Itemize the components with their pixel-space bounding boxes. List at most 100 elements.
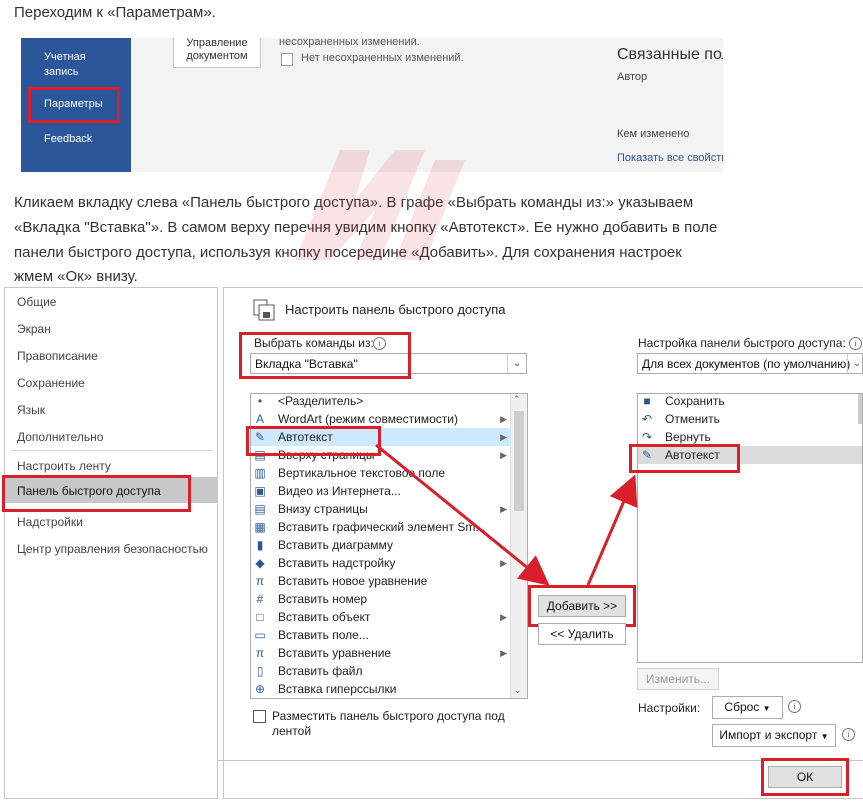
manage-document-button[interactable]: Управление документом (173, 38, 261, 68)
object-icon: □ (256, 610, 264, 624)
chevron-down-icon: ⌄ (847, 354, 863, 373)
submenu-arrow-icon: ▶ (500, 612, 507, 622)
modify-button[interactable]: Изменить... (637, 668, 719, 690)
chevron-down-icon: ⌄ (507, 354, 526, 373)
command-item[interactable]: ▮ Вставить диаграмму (251, 536, 511, 554)
command-label: Вставить объект (278, 610, 371, 624)
modified-by-label: Кем изменено (617, 128, 690, 140)
textbox-icon: ▥ (254, 466, 266, 480)
nav-language[interactable]: Язык (17, 403, 45, 417)
qat-heading: Настроить панель быстрого доступа (285, 302, 506, 317)
nav-display[interactable]: Экран (17, 322, 51, 336)
command-item[interactable]: π Вставить новое уравнение (251, 572, 511, 590)
instruction-line-4: жмем «Ок» внизу. (14, 268, 138, 285)
import-export-dropdown[interactable]: Импорт и экспорт ▼ (712, 724, 836, 747)
nav-feedback[interactable]: Feedback (44, 132, 92, 147)
qat-for-value: Для всех документов (по умолчанию) (642, 357, 851, 371)
word-options-dialog: Общие Экран Правописание Сохранение Язык… (0, 287, 863, 803)
submenu-arrow-icon: ▶ (500, 414, 507, 424)
command-item[interactable]: # Вставить номер (251, 590, 511, 608)
command-item[interactable]: ▣ Видео из Интернета... (251, 482, 511, 500)
command-item[interactable]: ▥ Вертикальное текстовое поле (251, 464, 511, 482)
command-item[interactable]: ▭ Вставить поле... (251, 626, 511, 644)
pi-icon: π (255, 646, 265, 660)
command-label: Вставить поле... (278, 628, 369, 642)
qat-item-label: Сохранить (665, 394, 725, 408)
qat-item[interactable]: ↶ Отменить (638, 410, 862, 428)
qat-below-ribbon-label: Разместить панель быстрого доступа под л… (272, 709, 505, 738)
nav-trust-center[interactable]: Центр управления безопасностью (17, 542, 208, 556)
info-icon: i (849, 337, 862, 350)
command-label: Вставить графический элемент Sm... (278, 520, 486, 534)
reset-dropdown[interactable]: Сброс ▼ (712, 696, 783, 719)
save-icon: ■ (643, 394, 651, 408)
command-label: Вставить номер (278, 592, 368, 606)
commands-scrollbar[interactable]: ⌃ ⌄ (510, 394, 527, 698)
command-item[interactable]: ▯ Вставить файл (251, 662, 511, 680)
nav-general[interactable]: Общие (17, 295, 56, 309)
settings-label: Настройки: (638, 701, 701, 715)
command-label: Внизу страницы (278, 502, 368, 516)
command-item[interactable]: • <Разделитель> (251, 394, 511, 410)
qat-nav-highlight (2, 475, 191, 512)
remove-button[interactable]: << Удалить (538, 623, 626, 645)
wordart-icon: A (255, 412, 264, 426)
import-export-label: Импорт и экспорт (719, 728, 818, 742)
unsaved-text-2: Нет несохраненных изменений. (301, 52, 464, 64)
add-button-highlight (528, 585, 636, 627)
ok-button-highlight (761, 758, 849, 796)
command-item[interactable]: ◆ Вставить надстройку ▶ (251, 554, 511, 572)
info-icon: i (842, 728, 855, 741)
smartart-icon: ▦ (254, 520, 266, 534)
qat-commands-list[interactable]: ■ Сохранить ↶ Отменить ↷ Вернуть ✎ Автотекст (637, 393, 863, 663)
info-icon: i (788, 700, 801, 713)
show-all-properties-link[interactable]: Показать все свойств (617, 152, 723, 164)
nav-customize-ribbon[interactable]: Настроить ленту (17, 459, 111, 473)
command-item[interactable]: ▦ Вставить графический элемент Sm... (251, 518, 511, 536)
scrollbar-thumb[interactable] (514, 411, 524, 511)
reset-label: Сброс (724, 700, 760, 714)
document-icon (281, 53, 293, 66)
field-icon: ▭ (254, 628, 266, 642)
nav-addins[interactable]: Надстройки (17, 515, 83, 529)
command-label: <Разделитель> (278, 394, 364, 408)
footer-icon: ▤ (254, 502, 266, 516)
caret-down-icon: ▼ (820, 732, 829, 741)
command-item[interactable]: ▤ Внизу страницы ▶ (251, 500, 511, 518)
nav-advanced[interactable]: Дополнительно (17, 430, 103, 444)
addin-icon: ◆ (255, 556, 265, 570)
unsaved-text-1: несохраненных изменений. (279, 38, 420, 48)
watermark-logo (295, 150, 465, 260)
caret-down-icon: ▼ (762, 704, 771, 713)
scroll-down-icon[interactable]: ⌄ (514, 685, 522, 696)
file-icon: ▯ (256, 664, 264, 678)
qat-below-ribbon-checkbox[interactable] (253, 710, 266, 723)
submenu-arrow-icon: ▶ (500, 432, 507, 442)
undo-icon: ↶ (641, 412, 653, 426)
nav-save[interactable]: Сохранение (17, 376, 85, 390)
nav-account[interactable]: Учетная запись (44, 50, 104, 80)
qat-item[interactable]: ■ Сохранить (638, 394, 862, 410)
command-item[interactable]: ⊕ Вставка гиперссылки (251, 680, 511, 698)
nav-proofing[interactable]: Правописание (17, 349, 98, 363)
chart-icon: ▮ (256, 538, 264, 552)
submenu-arrow-icon: ▶ (500, 504, 507, 514)
autotext-qat-highlight (629, 444, 740, 473)
video-icon: ▣ (254, 484, 266, 498)
command-item[interactable]: π Вставить уравнение ▶ (251, 644, 511, 662)
intro-text: Переходим к «Параметрам». (14, 4, 216, 21)
command-label: Видео из Интернета... (278, 484, 401, 498)
qat-heading-icon (253, 299, 275, 321)
related-heading: Связанные поль (617, 46, 723, 63)
submenu-arrow-icon: ▶ (500, 558, 507, 568)
qat-for-dropdown[interactable]: Для всех документов (по умолчанию) ⌄ (637, 353, 863, 374)
qat-scrollbar[interactable] (858, 394, 862, 424)
redo-icon: ↷ (641, 430, 653, 444)
scroll-up-icon[interactable]: ⌃ (513, 394, 521, 405)
command-label: Вставить надстройку (278, 556, 396, 570)
qat-for-label: Настройка панели быстрого доступа: (638, 336, 846, 350)
command-item[interactable]: □ Вставить объект ▶ (251, 608, 511, 626)
autotext-command-highlight (246, 426, 381, 456)
separator-icon: • (257, 394, 263, 408)
nav-divider (12, 450, 212, 451)
